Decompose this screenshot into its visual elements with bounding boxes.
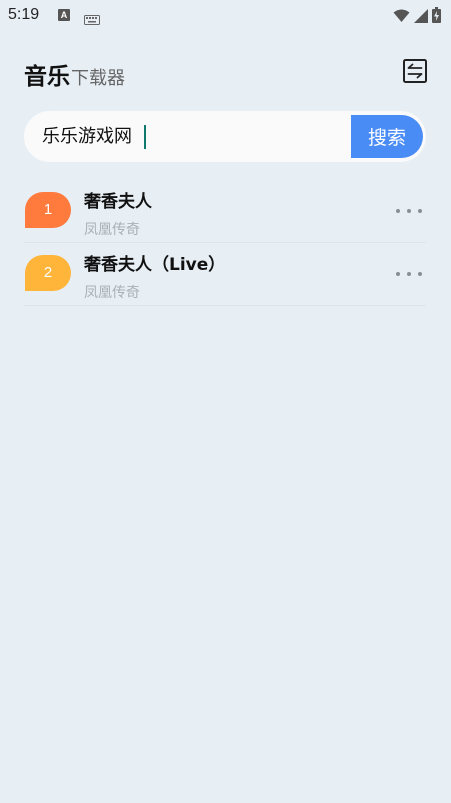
- switch-icon: [403, 59, 427, 83]
- app-title-sub: 下载器: [71, 68, 125, 89]
- switch-button[interactable]: [403, 59, 427, 83]
- result-list: 1 奢香夫人 凤凰传奇 2 奢香夫人（Live） 凤凰传奇: [24, 180, 426, 306]
- song-title: 奢香夫人: [84, 192, 152, 212]
- search-button[interactable]: 搜索: [351, 115, 423, 158]
- app-title-main: 音乐: [24, 64, 70, 90]
- search-input[interactable]: [42, 122, 342, 152]
- keyboard-icon: [84, 10, 100, 29]
- result-item-1[interactable]: 1 奢香夫人 凤凰传奇: [24, 180, 426, 243]
- rank-badge: 2: [25, 255, 71, 291]
- song-artist: 凤凰传奇: [84, 285, 140, 301]
- more-options-icon[interactable]: [396, 202, 422, 220]
- status-bar: 5:19 A: [0, 0, 451, 32]
- song-artist: 凤凰传奇: [84, 222, 140, 238]
- notification-a-icon: A: [58, 9, 70, 21]
- wifi-icon: [393, 8, 410, 27]
- battery-charging-icon: [432, 7, 441, 27]
- status-time: 5:19: [8, 6, 40, 23]
- result-item-2[interactable]: 2 奢香夫人（Live） 凤凰传奇: [24, 243, 426, 306]
- rank-badge: 1: [25, 192, 71, 228]
- signal-icon: [414, 8, 428, 27]
- text-cursor: [144, 125, 146, 149]
- more-options-icon[interactable]: [396, 265, 422, 283]
- song-title: 奢香夫人（Live）: [84, 255, 226, 275]
- app-title: 音乐 下载器: [24, 57, 125, 91]
